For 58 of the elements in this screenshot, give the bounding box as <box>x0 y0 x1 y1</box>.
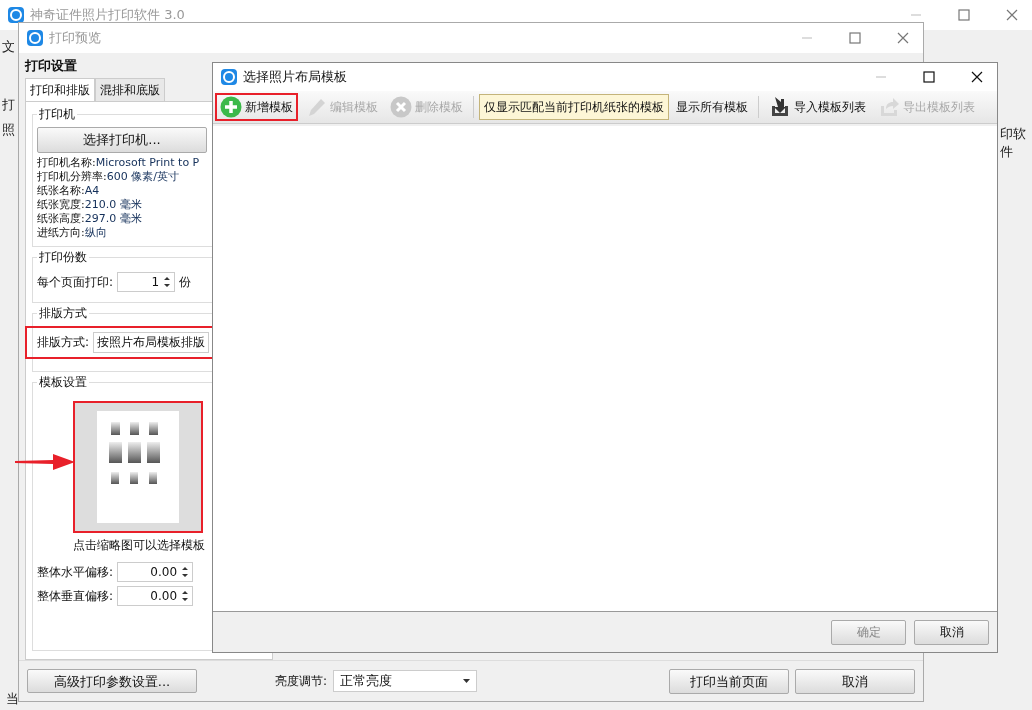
spin-arrows-icon[interactable] <box>163 275 172 289</box>
plus-icon <box>220 96 242 118</box>
maximize-button[interactable] <box>923 71 935 83</box>
spin-arrows-icon[interactable] <box>181 589 190 603</box>
field-label: 排版方式: <box>37 334 90 351</box>
toolbar-button[interactable]: 新增模板 <box>215 93 298 121</box>
info-value: 600 像素/英寸 <box>106 170 179 183</box>
panel-title: 打印设置 <box>25 57 77 75</box>
info-value: A4 <box>84 184 100 197</box>
thumbnail-caption: 点击缩略图可以选择模板 <box>73 537 205 554</box>
window-title: 打印预览 <box>49 29 101 47</box>
info-label: 纸张宽度: <box>37 198 85 211</box>
brightness-dropdown[interactable]: 正常亮度 <box>333 670 478 692</box>
group-title: 模板设置 <box>38 374 88 391</box>
advanced-settings-button[interactable]: 高级打印参数设置... <box>27 669 197 693</box>
dropdown-caret-icon <box>463 679 471 683</box>
filter-toggle[interactable]: 仅显示匹配当前打印机纸张的模板 <box>479 94 669 120</box>
select-printer-button[interactable]: 选择打印机... <box>37 127 207 153</box>
info-label: 进纸方向: <box>37 226 85 239</box>
close-button[interactable] <box>971 71 983 83</box>
info-value: Microsoft Print to P <box>95 156 200 169</box>
copies-spinner[interactable]: 1 <box>117 272 176 292</box>
field-label: 整体水平偏移: <box>37 563 114 581</box>
tab[interactable]: 打印和排版 <box>25 78 95 101</box>
cancel-button[interactable]: 取消 <box>795 668 915 694</box>
export-icon <box>878 96 900 118</box>
cancel-button[interactable]: 取消 <box>914 619 989 645</box>
panel-label: 印软件 <box>1000 125 1027 161</box>
import-icon <box>769 96 791 118</box>
info-label: 打印机名称: <box>37 156 96 169</box>
window-title: 神奇证件照片打印软件 3.0 <box>30 6 185 24</box>
field-label: 整体垂直偏移: <box>37 587 114 605</box>
field-label: 亮度调节: <box>275 672 328 690</box>
cross-circle-icon <box>390 96 412 118</box>
menu-item[interactable]: 文 <box>2 38 15 56</box>
tab-label[interactable]: 照 <box>2 121 15 139</box>
group-title: 打印机 <box>38 106 76 123</box>
app-icon <box>221 69 237 85</box>
info-label: 纸张高度: <box>37 212 85 225</box>
layout-mode-combobox[interactable]: 按照片布局模板排版 <box>93 332 210 353</box>
filter-toggle[interactable]: 显示所有模板 <box>671 94 753 120</box>
unit-label: 份 <box>179 273 192 291</box>
spin-arrows-icon[interactable] <box>181 565 190 579</box>
tab[interactable]: 混排和底版 <box>95 78 165 101</box>
field-label: 每个页面打印: <box>37 273 114 291</box>
offset-spinner[interactable]: 0.00 <box>117 586 194 606</box>
app-icon <box>27 30 43 46</box>
print-page-button[interactable]: 打印当前页面 <box>669 668 789 694</box>
dialog-title: 选择照片布局模板 <box>243 68 347 86</box>
info-label: 打印机分辨率: <box>37 170 107 183</box>
template-thumbnail[interactable] <box>73 401 203 533</box>
offset-spinner[interactable]: 0.00 <box>117 562 194 582</box>
tab-label[interactable]: 打 <box>2 96 15 114</box>
status-text: 当 <box>6 690 19 708</box>
info-label: 纸张名称: <box>37 184 85 197</box>
toolbar-button[interactable]: 导入模板列表 <box>764 93 871 121</box>
group-title: 排版方式 <box>38 305 88 322</box>
group-title: 打印份数 <box>38 249 88 266</box>
